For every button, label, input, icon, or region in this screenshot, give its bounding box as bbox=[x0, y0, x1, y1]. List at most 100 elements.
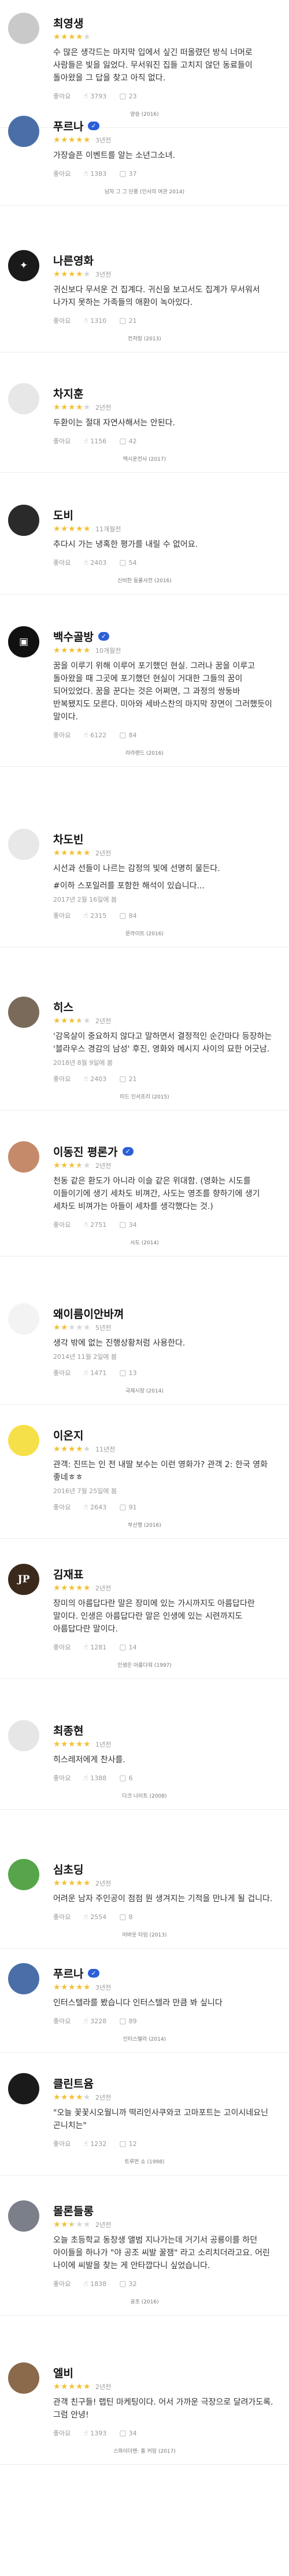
movie-caption[interactable]: 다크 나이트 (2008) bbox=[0, 1792, 289, 1800]
reviewer-name[interactable]: 차지훈 bbox=[53, 385, 83, 401]
comment-button[interactable]: ▢ 21 bbox=[119, 317, 136, 325]
like-button[interactable]: ☝ 2751 bbox=[83, 1221, 106, 1229]
movie-caption[interactable]: 미드 인서프리 (2015) bbox=[0, 1093, 289, 1101]
avatar[interactable] bbox=[8, 2200, 39, 2232]
reviewer-name[interactable]: 히스 bbox=[53, 999, 73, 1015]
comment-button[interactable]: ▢ 54 bbox=[119, 558, 136, 567]
reviewer-name[interactable]: 몰론들롱 bbox=[53, 2203, 94, 2218]
movie-caption[interactable]: 인터스텔라 (2014) bbox=[0, 2035, 289, 2043]
comment-button[interactable]: ▢ 84 bbox=[119, 912, 136, 920]
like-button[interactable]: ☝ 1281 bbox=[83, 1643, 106, 1652]
avatar[interactable]: JP bbox=[8, 1564, 39, 1595]
reviewer-name[interactable]: 백수골방 bbox=[53, 629, 94, 644]
movie-caption[interactable]: 라라랜드 (2016) bbox=[0, 749, 289, 757]
movie-caption[interactable]: 스파이더맨: 홈 커밍 (2017) bbox=[0, 2447, 289, 2455]
star-icon: ★ bbox=[61, 1740, 68, 1749]
like-button[interactable]: ☝ 2643 bbox=[83, 1503, 106, 1512]
movie-caption[interactable]: 인생은 아름다워 (1997) bbox=[0, 1661, 289, 1669]
star-icon: ★ bbox=[61, 270, 68, 279]
like-button[interactable]: ☝ 1838 bbox=[83, 2280, 106, 2288]
comment-button[interactable]: ▢ 23 bbox=[119, 92, 136, 101]
avatar[interactable] bbox=[8, 997, 39, 1028]
spoiler-notice[interactable]: #이하 스포일러를 포함한 해석이 있습니다... bbox=[53, 880, 276, 892]
movie-caption[interactable]: 문라이트 (2016) bbox=[0, 929, 289, 938]
like-button[interactable]: ☝ 1232 bbox=[83, 2140, 106, 2148]
reviewer-name[interactable]: 차도빈 bbox=[53, 831, 83, 847]
like-button[interactable]: ☝ 1471 bbox=[83, 1369, 106, 1377]
avatar[interactable] bbox=[8, 1963, 39, 1994]
like-button[interactable]: ☝ 1310 bbox=[83, 317, 106, 325]
comment-button[interactable]: ▢ 6 bbox=[119, 1774, 132, 1783]
like-button[interactable]: ☝ 2403 bbox=[83, 1075, 106, 1083]
movie-caption[interactable]: 사도 (2014) bbox=[0, 1239, 289, 1247]
reviewer-name[interactable]: 최영생 bbox=[53, 15, 83, 31]
reviewer-name[interactable]: 엘비 bbox=[53, 2365, 73, 2380]
avatar[interactable] bbox=[8, 13, 39, 44]
avatar[interactable] bbox=[8, 505, 39, 536]
comment-button[interactable]: ▢ 34 bbox=[119, 2429, 136, 2438]
avatar[interactable] bbox=[8, 1720, 39, 1751]
movie-caption[interactable]: 신비한 동물사전 (2016) bbox=[0, 576, 289, 585]
comment-button[interactable]: ▢ 21 bbox=[119, 1075, 136, 1083]
avatar[interactable] bbox=[8, 829, 39, 860]
avatar[interactable] bbox=[8, 1303, 39, 1335]
like-button[interactable]: ☝ 2403 bbox=[83, 558, 106, 567]
avatar[interactable] bbox=[8, 1425, 39, 1456]
movie-caption[interactable]: 국제시장 (2014) bbox=[0, 1387, 289, 1395]
review-card: ✦ 나른영화 ★ ★ ★ ★ ★ 3년전 귀신보다 무서운 건 집계다. 귀신을 보고서도 집계… bbox=[0, 237, 289, 326]
comment-button[interactable]: ▢ 84 bbox=[119, 731, 136, 740]
movie-caption[interactable]: 부산행 (2016) bbox=[0, 1521, 289, 1529]
star-icon: ★ bbox=[83, 1445, 91, 1454]
movie-caption[interactable]: 공조 (2016) bbox=[0, 2298, 289, 2306]
avatar[interactable] bbox=[8, 2362, 39, 2394]
comment-button[interactable]: ▢ 12 bbox=[119, 2140, 136, 2148]
avatar[interactable]: ▣ bbox=[8, 626, 39, 657]
movie-caption[interactable]: 트루먼 쇼 (1998) bbox=[0, 2158, 289, 2166]
comment-button[interactable]: ▢ 13 bbox=[119, 1369, 136, 1377]
comment-button[interactable]: ▢ 14 bbox=[119, 1643, 136, 1652]
like-count: 1838 bbox=[90, 2280, 107, 2288]
comment-button[interactable]: ▢ 32 bbox=[119, 2280, 136, 2288]
comment-button[interactable]: ▢ 8 bbox=[119, 1913, 132, 1921]
movie-caption[interactable]: 컨저링 (2013) bbox=[0, 335, 289, 343]
movie-caption[interactable]: 남자 그 그 단풍 (인사의 여관 2014) bbox=[0, 188, 289, 196]
avatar[interactable] bbox=[8, 1859, 39, 1890]
reviewer-name[interactable]: 왜이름이안바껴 bbox=[53, 1306, 124, 1321]
like-button[interactable]: ☝ 2554 bbox=[83, 1913, 106, 1921]
comment-button[interactable]: ▢ 34 bbox=[119, 1221, 136, 1229]
movie-caption[interactable]: 택시운전사 (2017) bbox=[0, 455, 289, 463]
reviewer-name[interactable]: 도비 bbox=[53, 507, 73, 523]
avatar[interactable] bbox=[8, 383, 39, 414]
reviewer-name[interactable]: 김재표 bbox=[53, 1566, 83, 1582]
star-icon: ★ bbox=[76, 32, 83, 42]
star-icon: ★ bbox=[53, 2220, 61, 2229]
reviewer-name[interactable]: 클린트윰 bbox=[53, 2075, 94, 2091]
reviewer-name[interactable]: 나른영화 bbox=[53, 252, 94, 268]
comment-button[interactable]: ▢ 42 bbox=[119, 437, 136, 446]
divider bbox=[0, 2464, 289, 2465]
reviewer-name[interactable]: 푸르나 bbox=[53, 1965, 83, 1981]
like-button[interactable]: ☝ 1388 bbox=[83, 1774, 106, 1783]
review-text: 인터스텔라를 봤습니다 인터스텔라 만큼 봐 싶니다 bbox=[53, 1998, 223, 2008]
divider bbox=[0, 2052, 289, 2053]
like-button[interactable]: ☝ 2315 bbox=[83, 912, 106, 920]
movie-caption[interactable]: 어바웃 타임 (2013) bbox=[0, 1931, 289, 1939]
like-button[interactable]: ☝ 1383 bbox=[83, 170, 106, 178]
avatar[interactable] bbox=[8, 1141, 39, 1173]
avatar[interactable] bbox=[8, 2073, 39, 2104]
like-button[interactable]: ☝ 1393 bbox=[83, 2429, 106, 2438]
reviewer-name[interactable]: 이온지 bbox=[53, 1427, 83, 1443]
avatar[interactable]: ✦ bbox=[8, 250, 39, 281]
comment-button[interactable]: ▢ 89 bbox=[119, 2017, 136, 2026]
reviewer-name[interactable]: 이동진 평론가 bbox=[53, 1144, 118, 1159]
like-button[interactable]: ☝ 3793 bbox=[83, 92, 106, 101]
comment-button[interactable]: ▢ 37 bbox=[119, 170, 136, 178]
like-button[interactable]: ☝ 6122 bbox=[83, 731, 106, 740]
comment-button[interactable]: ▢ 91 bbox=[119, 1503, 136, 1512]
reviewer-name[interactable]: 최종현 bbox=[53, 1722, 83, 1738]
like-button[interactable]: ☝ 1156 bbox=[83, 437, 106, 446]
reviewer-name[interactable]: 심초딩 bbox=[53, 1861, 83, 1877]
reviewer-name[interactable]: 푸르나 bbox=[53, 118, 83, 134]
like-button[interactable]: ☝ 3228 bbox=[83, 2017, 106, 2026]
avatar[interactable] bbox=[8, 116, 39, 147]
